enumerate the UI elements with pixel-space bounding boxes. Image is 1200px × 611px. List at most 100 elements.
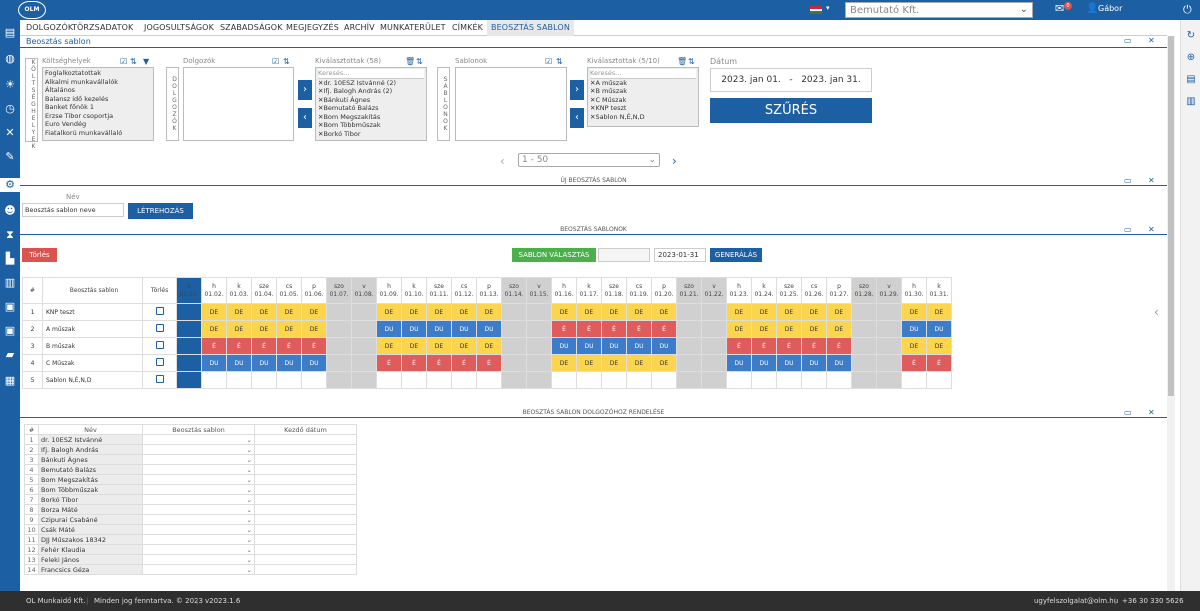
shift-cell[interactable]: DE bbox=[401, 303, 427, 321]
shift-cell[interactable]: DU bbox=[476, 320, 502, 338]
shift-cell[interactable] bbox=[526, 303, 552, 321]
selected-templates-search[interactable]: Keresés... bbox=[590, 69, 696, 79]
close-icon[interactable]: ✕ bbox=[1148, 225, 1155, 234]
shift-cell[interactable]: DE bbox=[276, 320, 302, 338]
list-item[interactable]: ✕B műszak bbox=[590, 87, 696, 96]
list-item[interactable]: ✕Borkó Tibor bbox=[318, 130, 424, 139]
close-icon[interactable]: ✕ bbox=[1148, 176, 1155, 185]
shift-cell[interactable]: DE bbox=[801, 320, 827, 338]
shift-cell[interactable]: DU bbox=[426, 320, 452, 338]
shift-cell[interactable] bbox=[176, 320, 202, 338]
next-page-icon[interactable]: › bbox=[672, 154, 677, 168]
shift-cell[interactable]: DE bbox=[551, 303, 577, 321]
shift-cell[interactable]: DU bbox=[301, 354, 327, 372]
shift-cell[interactable] bbox=[876, 354, 902, 372]
calendar-nav-icon[interactable]: ▤ bbox=[3, 26, 17, 40]
shift-cell[interactable] bbox=[801, 371, 827, 389]
shift-cell[interactable] bbox=[851, 320, 877, 338]
shift-cell[interactable]: DU bbox=[626, 337, 652, 355]
shift-cell[interactable]: DE bbox=[926, 337, 952, 355]
shift-cell[interactable]: DE bbox=[426, 303, 452, 321]
shift-cell[interactable]: DU bbox=[926, 320, 952, 338]
shift-cell[interactable]: DU bbox=[751, 354, 777, 372]
start-date-input[interactable] bbox=[254, 524, 357, 535]
shift-cell[interactable]: É bbox=[576, 320, 602, 338]
template-name[interactable]: A műszak bbox=[42, 320, 143, 338]
shift-cell[interactable]: DE bbox=[651, 303, 677, 321]
create-button[interactable]: LÉTREHOZÁS bbox=[128, 203, 193, 219]
shift-cell[interactable] bbox=[676, 320, 702, 338]
shift-cell[interactable]: DU bbox=[651, 337, 677, 355]
olm-logo[interactable]: OLM bbox=[18, 1, 46, 19]
list-item[interactable]: ✕Sablon N,É,N,D bbox=[590, 113, 696, 122]
shift-cell[interactable]: DE bbox=[726, 303, 752, 321]
shift-cell[interactable] bbox=[501, 320, 527, 338]
shift-cell[interactable]: DE bbox=[276, 303, 302, 321]
cost-centers-list[interactable]: Foglalkoztatottak Alkalmi munkavállalók … bbox=[42, 67, 154, 141]
shift-cell[interactable] bbox=[851, 371, 877, 389]
user-icon[interactable]: 👤 bbox=[1086, 3, 1098, 14]
list-item[interactable]: ✕Bom Megszakítás bbox=[318, 113, 424, 122]
shift-cell[interactable] bbox=[526, 337, 552, 355]
shift-cell[interactable] bbox=[701, 337, 727, 355]
shift-cell[interactable] bbox=[676, 303, 702, 321]
start-date-input[interactable] bbox=[254, 444, 357, 455]
shift-cell[interactable] bbox=[301, 371, 327, 389]
shift-cell[interactable]: DE bbox=[451, 303, 477, 321]
medical-icon[interactable]: ✎ bbox=[3, 150, 17, 164]
shift-cell[interactable]: É bbox=[451, 354, 477, 372]
shift-cell[interactable] bbox=[701, 303, 727, 321]
shift-cell[interactable] bbox=[851, 337, 877, 355]
window-icon[interactable]: ▭ bbox=[1124, 225, 1132, 234]
list-item[interactable]: ✕Ifj. Balogh András (2) bbox=[318, 87, 424, 96]
shift-cell[interactable] bbox=[726, 371, 752, 389]
shift-cell[interactable] bbox=[501, 303, 527, 321]
shift-cell[interactable] bbox=[701, 371, 727, 389]
shift-cell[interactable]: É bbox=[826, 337, 852, 355]
filter-button[interactable]: SZŰRÉS bbox=[710, 98, 872, 123]
shift-cell[interactable] bbox=[451, 371, 477, 389]
menu-jogosultsagok[interactable]: JOGOSULTSÁGOK bbox=[144, 23, 214, 32]
sort-icon[interactable]: ⇅ bbox=[130, 57, 137, 66]
power-icon[interactable]: ⏻ bbox=[1183, 3, 1192, 17]
chevron-left-icon[interactable]: ‹ bbox=[1154, 305, 1159, 319]
delete-checkbox[interactable] bbox=[155, 341, 164, 349]
delete-checkbox[interactable] bbox=[155, 324, 164, 332]
shift-cell[interactable]: É bbox=[376, 354, 402, 372]
menu-beosztas-sablon[interactable]: BEOSZTÁS SABLON bbox=[487, 20, 574, 36]
shift-cell[interactable]: É bbox=[226, 337, 252, 355]
shift-cell[interactable]: DE bbox=[476, 337, 502, 355]
window-icon[interactable]: ▭ bbox=[1124, 36, 1132, 45]
shift-cell[interactable]: DE bbox=[726, 320, 752, 338]
shift-cell[interactable]: DU bbox=[726, 354, 752, 372]
shift-cell[interactable]: É bbox=[801, 337, 827, 355]
shift-cell[interactable]: DU bbox=[901, 320, 927, 338]
list-item[interactable]: Balansz idő kezelés bbox=[45, 95, 151, 104]
shift-cell[interactable]: DE bbox=[926, 303, 952, 321]
shift-cell[interactable]: É bbox=[651, 320, 677, 338]
refresh-icon[interactable]: ↻ bbox=[1185, 30, 1197, 42]
shift-cell[interactable] bbox=[651, 371, 677, 389]
shift-cell[interactable] bbox=[201, 371, 227, 389]
menu-megjegyzes[interactable]: MEGJEGYZÉS bbox=[286, 23, 339, 32]
list-item[interactable]: ✕dr. 10ESZ Istvánné (2) bbox=[318, 79, 424, 88]
inbox-icon[interactable]: ▣ bbox=[3, 300, 17, 314]
shift-cell[interactable]: É bbox=[926, 354, 952, 372]
workers-list[interactable] bbox=[183, 67, 294, 141]
shift-cell[interactable]: É bbox=[251, 337, 277, 355]
shift-cell[interactable]: DE bbox=[801, 303, 827, 321]
list-item[interactable]: Fiatalkorú munkavállaló bbox=[45, 129, 151, 138]
template-select-input[interactable] bbox=[598, 248, 650, 262]
list-item[interactable]: ✕C Műszak bbox=[590, 96, 696, 105]
shift-cell[interactable] bbox=[876, 303, 902, 321]
shift-cell[interactable]: É bbox=[601, 320, 627, 338]
shift-cell[interactable] bbox=[176, 354, 202, 372]
menu-dolgozok[interactable]: DOLGOZÓK bbox=[26, 23, 73, 32]
shift-cell[interactable]: DE bbox=[401, 337, 427, 355]
list-item[interactable]: ✕Bom Többműszak bbox=[318, 121, 424, 130]
shift-cell[interactable]: DE bbox=[626, 303, 652, 321]
shift-cell[interactable] bbox=[351, 303, 377, 321]
shift-cell[interactable] bbox=[701, 354, 727, 372]
shift-cell[interactable]: DU bbox=[376, 320, 402, 338]
selected-workers-search[interactable]: Keresés... bbox=[318, 69, 424, 79]
